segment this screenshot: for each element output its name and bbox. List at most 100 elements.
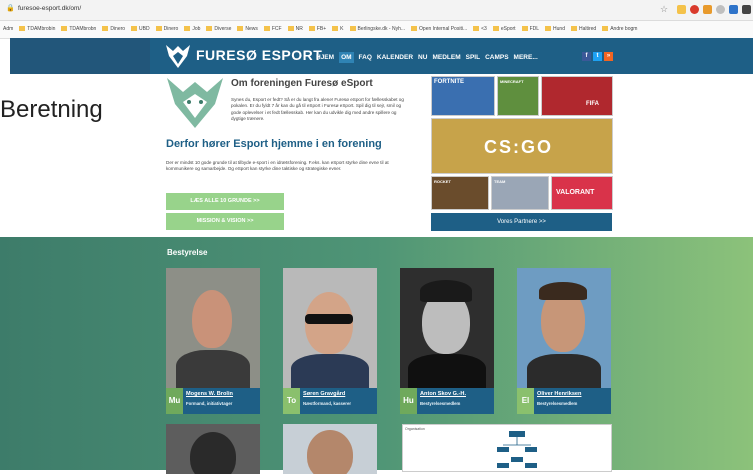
bookmark-item[interactable]: Haltired bbox=[570, 26, 597, 32]
game-tile-csgo[interactable]: CS:GO bbox=[431, 118, 613, 174]
bookmark-item[interactable]: Hund bbox=[545, 26, 565, 32]
bookmark-label: UBD bbox=[139, 26, 150, 32]
game-tile-fortnite[interactable]: FORTNITE bbox=[431, 76, 495, 116]
nav-item-mere[interactable]: MERE... bbox=[514, 54, 538, 61]
member-name-link[interactable]: Oliver Henriksen bbox=[537, 391, 611, 397]
folder-icon bbox=[570, 26, 577, 31]
game-tile-fifa[interactable]: FIFA bbox=[541, 76, 613, 116]
menu-icon[interactable] bbox=[742, 5, 751, 14]
bookmark-item[interactable]: Dinero bbox=[155, 26, 179, 32]
extension-icon[interactable] bbox=[729, 5, 738, 14]
bookmark-label: Adm bbox=[3, 26, 14, 32]
bookmark-item[interactable]: FCF bbox=[263, 26, 282, 32]
bookmark-item[interactable]: TDAMbrobin bbox=[19, 26, 55, 32]
board-title: Bestyrelse bbox=[167, 248, 208, 257]
bookmark-item[interactable]: K bbox=[332, 26, 344, 32]
bookmark-item[interactable]: NR bbox=[287, 26, 303, 32]
folder-icon bbox=[492, 26, 499, 31]
folder-icon bbox=[61, 26, 68, 31]
game-tile-label: FIFA bbox=[586, 101, 599, 107]
folder-icon bbox=[473, 26, 480, 31]
folder-icon bbox=[602, 26, 609, 31]
nav-item-medlem[interactable]: MEDLEM bbox=[432, 54, 460, 61]
nav-item-spil[interactable]: SPIL bbox=[466, 54, 480, 61]
bookmark-label: Hund bbox=[553, 26, 565, 32]
nav-item-kalender[interactable]: KALENDER bbox=[377, 54, 413, 61]
folder-icon bbox=[263, 26, 270, 31]
folder-icon bbox=[237, 26, 244, 31]
bookmark-label: <3 bbox=[481, 26, 487, 32]
nav-item-faq[interactable]: FAQ bbox=[359, 54, 372, 61]
org-chart-title: Organisation bbox=[405, 427, 425, 431]
nav-item-nu[interactable]: NU bbox=[418, 54, 427, 61]
board-member-card[interactable] bbox=[166, 424, 260, 474]
partners-button[interactable]: Vores Partnere >> bbox=[431, 213, 612, 231]
folder-icon bbox=[206, 26, 213, 31]
member-name-link[interactable]: Anton Skov G.-H. bbox=[420, 391, 494, 397]
opera-icon[interactable] bbox=[690, 5, 699, 14]
bookmark-item[interactable]: Diverse bbox=[206, 26, 231, 32]
bookmark-item[interactable]: FB+ bbox=[308, 26, 326, 32]
extension-icon[interactable] bbox=[703, 5, 712, 14]
game-tile-rocket[interactable]: ROCKET bbox=[431, 176, 489, 210]
board-member-card[interactable] bbox=[283, 424, 377, 474]
bookmark-item[interactable]: eSport bbox=[492, 26, 516, 32]
bookmark-item[interactable]: News bbox=[237, 26, 258, 32]
bookmark-label: Job bbox=[192, 26, 201, 32]
extension-icon[interactable] bbox=[677, 5, 686, 14]
game-tile-label: VALORANT bbox=[556, 189, 595, 196]
main-nav: HJEM OM FAQ KALENDER NU MEDLEM SPIL CAMPS MERE..… bbox=[316, 52, 543, 63]
header-left-panel bbox=[10, 38, 150, 74]
bookmark-item[interactable]: Berlingske.dk - Nyh... bbox=[349, 26, 405, 32]
bookmark-label: Haltired bbox=[578, 26, 597, 32]
bookmark-item[interactable]: TDAMbrobn bbox=[61, 26, 96, 32]
game-tile-minecraft[interactable]: MINECRAFT bbox=[497, 76, 539, 116]
bookmark-item[interactable]: <3 bbox=[473, 26, 487, 32]
board-member-card[interactable]: El Oliver Henriksen Bestyrelsesmedlem bbox=[517, 268, 611, 414]
nav-item-om[interactable]: OM bbox=[339, 52, 354, 63]
bookmark-item[interactable]: Dinero bbox=[102, 26, 125, 32]
bookmark-item[interactable]: Job bbox=[184, 26, 200, 32]
about-body: Synes du, Esport er fedt? Så er du langt… bbox=[231, 97, 404, 122]
bookmark-item[interactable]: FDL bbox=[521, 26, 539, 32]
bookmarks-bar: Adm TDAMbrobin TDAMbrobn Dinero UBD Dinero Job… bbox=[0, 21, 753, 39]
game-tile-label: ROCKET bbox=[434, 179, 451, 184]
bookmark-item[interactable]: UBD bbox=[131, 26, 150, 32]
twitter-icon[interactable]: t bbox=[593, 52, 602, 61]
bookmark-item[interactable]: Andre bogm bbox=[602, 26, 637, 32]
url-text[interactable]: furesoe-esport.dk/om/ bbox=[18, 5, 81, 12]
about-title: Om foreningen Furesø eSport bbox=[231, 78, 373, 89]
bookmark-label: NR bbox=[295, 26, 303, 32]
organisation-chart[interactable] bbox=[402, 424, 612, 472]
nav-item-camps[interactable]: CAMPS bbox=[485, 54, 508, 61]
game-tile-label: FORTNITE bbox=[434, 79, 464, 85]
nav-item-hjem[interactable]: HJEM bbox=[316, 54, 334, 61]
member-name-link[interactable]: Søren Gravgård bbox=[303, 391, 377, 397]
browser-address-bar: 🔒 furesoe-esport.dk/om/ ☆ bbox=[0, 0, 753, 21]
bookmark-label: TDAMbrobn bbox=[69, 26, 97, 32]
read-all-reasons-button[interactable]: LÆS ALLE 10 GRUNDE >> bbox=[166, 193, 284, 210]
board-member-card[interactable]: Hu Anton Skov G.-H. Bestyrelsesmedlem bbox=[400, 268, 494, 414]
member-name-link[interactable]: Mogens W. Brolin bbox=[186, 391, 260, 397]
bookmark-item[interactable]: Adm bbox=[3, 26, 13, 32]
game-tile-valorant[interactable]: VALORANT bbox=[551, 176, 613, 210]
lock-icon: 🔒 bbox=[6, 5, 15, 12]
bookmark-item[interactable]: Open Internal Positi... bbox=[411, 26, 467, 32]
star-icon[interactable]: ☆ bbox=[660, 4, 668, 15]
board-member-card[interactable]: Mu Mogens W. Brolin Formand, initiativta… bbox=[166, 268, 260, 414]
bookmark-label: Dinero bbox=[163, 26, 179, 32]
bookmark-label: TDAMbrobin bbox=[27, 26, 56, 32]
bookmark-label: FCF bbox=[271, 26, 282, 32]
mission-vision-button[interactable]: MISSION & VISION >> bbox=[166, 213, 284, 230]
board-member-card[interactable]: To Søren Gravgård Næstformand, kasserer bbox=[283, 268, 377, 414]
game-tile-team[interactable]: TEAM bbox=[491, 176, 549, 210]
extension-icon[interactable] bbox=[716, 5, 725, 14]
bookmark-label: Dinero bbox=[110, 26, 126, 32]
site-logo-text[interactable]: FURESØ ESPORT bbox=[196, 47, 322, 63]
folder-icon bbox=[287, 26, 294, 31]
member-photo bbox=[517, 268, 611, 390]
facebook-icon[interactable]: f bbox=[582, 52, 591, 61]
rss-icon[interactable]: » bbox=[604, 52, 613, 61]
folder-icon bbox=[349, 26, 356, 31]
logo-icon[interactable] bbox=[165, 42, 191, 70]
